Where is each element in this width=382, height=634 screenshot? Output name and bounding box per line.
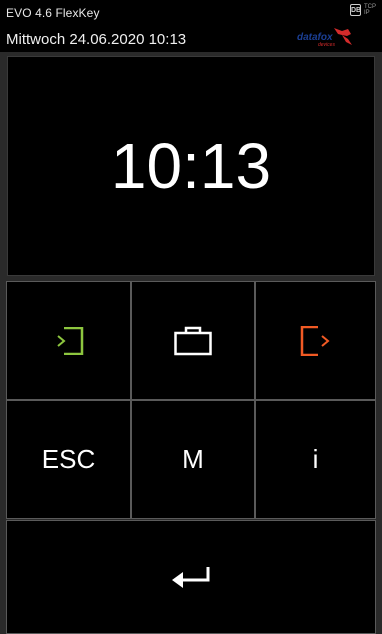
menu-button[interactable]: M [131,400,255,519]
status-bar: EVO 4.6 FlexKey Mittwoch 24.06.2020 10:1… [0,0,382,52]
database-icon: DB [350,4,361,16]
ip-label: IP [364,10,370,16]
login-arrow-icon [56,326,83,355]
esc-button[interactable]: ESC [6,400,131,519]
datafox-logo: datafox devices [297,28,352,48]
info-button[interactable]: i [255,400,376,519]
date-time: Mittwoch 24.06.2020 10:13 [6,31,187,48]
briefcase-icon [174,326,212,355]
clock-panel: 10:13 [7,56,375,276]
function-keypad: ESC M i [6,281,376,519]
device-name: EVO 4.6 FlexKey [6,6,100,20]
logo-subtext: devices [318,42,335,48]
enter-button[interactable] [6,520,376,634]
enter-arrow-icon [172,567,210,588]
business-trip-button[interactable] [131,281,255,400]
clock-time: 10:13 [110,130,272,202]
logout-arrow-icon [300,325,330,356]
network-status: DB TCP IP [350,4,376,16]
tcp-ip-icon: TCP IP [364,4,376,16]
login-button[interactable] [6,281,131,400]
logout-button[interactable] [255,281,376,400]
